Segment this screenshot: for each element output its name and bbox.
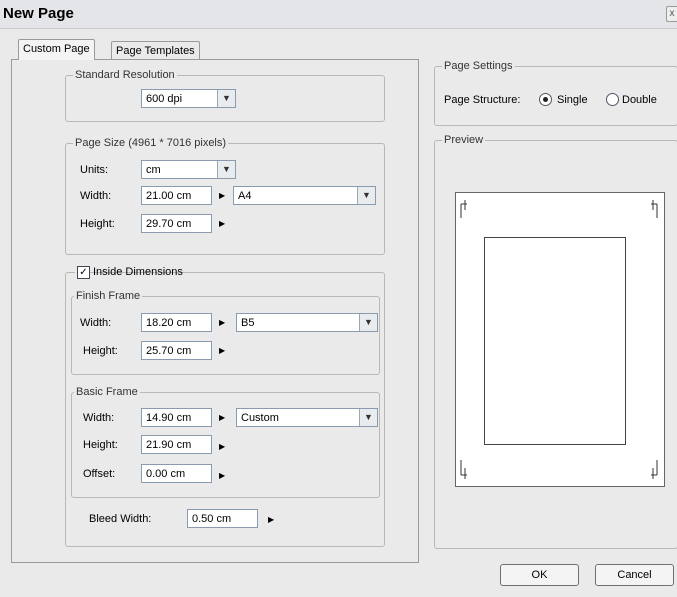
single-radio[interactable]: Single xyxy=(539,92,601,108)
preview-legend: Preview xyxy=(442,133,486,147)
ok-button-label: OK xyxy=(531,569,548,581)
close-icon[interactable]: x xyxy=(666,6,677,22)
page-width-input[interactable]: 21.00 cm xyxy=(141,186,212,205)
triangle-right-icon[interactable]: ▶ xyxy=(219,471,225,481)
basic-width-label: Width: xyxy=(83,412,115,424)
basic-height-label: Height: xyxy=(83,439,118,451)
finish-preset-value: B5 xyxy=(241,317,255,329)
finish-width-value: 18.20 cm xyxy=(146,317,192,329)
triangle-right-icon[interactable]: ▶ xyxy=(219,219,225,229)
cancel-button[interactable]: Cancel xyxy=(595,564,674,586)
triangle-right-icon[interactable]: ▶ xyxy=(219,442,225,452)
tab-custom-page-label: Custom Page xyxy=(23,43,90,55)
radio-unselected-icon[interactable] xyxy=(606,93,619,106)
single-radio-label: Single xyxy=(557,94,588,106)
basic-preset-value: Custom xyxy=(241,412,279,424)
page-height-value: 29.70 cm xyxy=(146,218,192,230)
triangle-right-icon[interactable]: ▶ xyxy=(219,346,225,356)
crop-marks-icon xyxy=(460,200,658,479)
triangle-right-icon[interactable]: ▶ xyxy=(219,191,225,201)
basic-height-input[interactable]: 21.90 cm xyxy=(141,435,212,454)
double-radio-label: Double xyxy=(622,94,657,106)
page-height-input[interactable]: 29.70 cm xyxy=(141,214,212,233)
units-label: Units: xyxy=(80,164,109,176)
page-size-preset-value: A4 xyxy=(238,190,252,202)
bleed-width-label: Bleed Width: xyxy=(89,513,152,525)
triangle-right-icon[interactable]: ▶ xyxy=(219,413,225,423)
tab-custom-page[interactable]: Custom Page xyxy=(18,39,95,60)
finish-width-label: Width: xyxy=(80,317,112,329)
tab-page-templates[interactable]: Page Templates xyxy=(111,41,200,60)
basic-frame-legend: Basic Frame xyxy=(74,385,140,399)
basic-height-value: 21.90 cm xyxy=(146,439,192,451)
radio-selected-icon[interactable] xyxy=(539,93,552,106)
page-width-value: 21.00 cm xyxy=(146,190,192,202)
standard-resolution-legend: Standard Resolution xyxy=(73,68,177,82)
finish-width-input[interactable]: 18.20 cm xyxy=(141,313,212,332)
basic-width-input[interactable]: 14.90 cm xyxy=(141,408,212,427)
chevron-down-icon[interactable]: ▼ xyxy=(217,90,235,107)
page-settings-legend: Page Settings xyxy=(442,59,515,73)
triangle-right-icon[interactable]: ▶ xyxy=(219,318,225,328)
dialog-title: New Page xyxy=(3,5,74,22)
resolution-value: 600 dpi xyxy=(146,93,183,105)
bleed-width-input[interactable]: 0.50 cm xyxy=(187,509,258,528)
offset-input[interactable]: 0.00 cm xyxy=(141,464,212,483)
basic-width-value: 14.90 cm xyxy=(146,412,192,424)
finish-frame-group: Finish Frame xyxy=(71,289,380,375)
chevron-down-icon[interactable]: ▼ xyxy=(359,409,377,426)
finish-height-label: Height: xyxy=(83,345,118,357)
units-select[interactable]: cm ▼ xyxy=(141,160,236,179)
basic-preset-select[interactable]: Custom ▼ xyxy=(236,408,378,427)
finish-preset-select[interactable]: B5 ▼ xyxy=(236,313,378,332)
title-bar[interactable]: New Page x xyxy=(0,0,677,29)
units-value: cm xyxy=(146,164,161,176)
bleed-width-value: 0.50 cm xyxy=(192,513,232,525)
offset-label: Offset: xyxy=(83,468,116,480)
finish-frame-legend: Finish Frame xyxy=(74,289,143,303)
cancel-button-label: Cancel xyxy=(617,569,652,581)
page-size-preset-select[interactable]: A4 ▼ xyxy=(233,186,376,205)
chevron-down-icon[interactable]: ▼ xyxy=(357,187,375,204)
finish-height-input[interactable]: 25.70 cm xyxy=(141,341,212,360)
finish-height-value: 25.70 cm xyxy=(146,345,192,357)
offset-value: 0.00 cm xyxy=(146,468,186,480)
page-structure-label: Page Structure: xyxy=(444,94,521,106)
inside-dimensions-label: Inside Dimensions xyxy=(93,266,183,278)
new-page-dialog: New Page x Custom Page Page Templates St… xyxy=(0,0,677,597)
tab-page-templates-label: Page Templates xyxy=(116,45,195,57)
ok-button[interactable]: OK xyxy=(500,564,579,586)
width-label: Width: xyxy=(80,190,112,202)
double-radio[interactable]: Double xyxy=(606,92,672,108)
page-size-legend: Page Size (4961 * 7016 pixels) xyxy=(73,136,229,150)
resolution-select[interactable]: 600 dpi ▼ xyxy=(141,89,236,108)
chevron-down-icon[interactable]: ▼ xyxy=(359,314,377,331)
inside-dimensions-toggle[interactable]: ✓ Inside Dimensions xyxy=(75,264,183,280)
triangle-right-icon[interactable]: ▶ xyxy=(268,515,274,525)
chevron-down-icon[interactable]: ▼ xyxy=(217,161,235,178)
height-label: Height: xyxy=(80,218,115,230)
check-icon[interactable]: ✓ xyxy=(77,266,90,279)
